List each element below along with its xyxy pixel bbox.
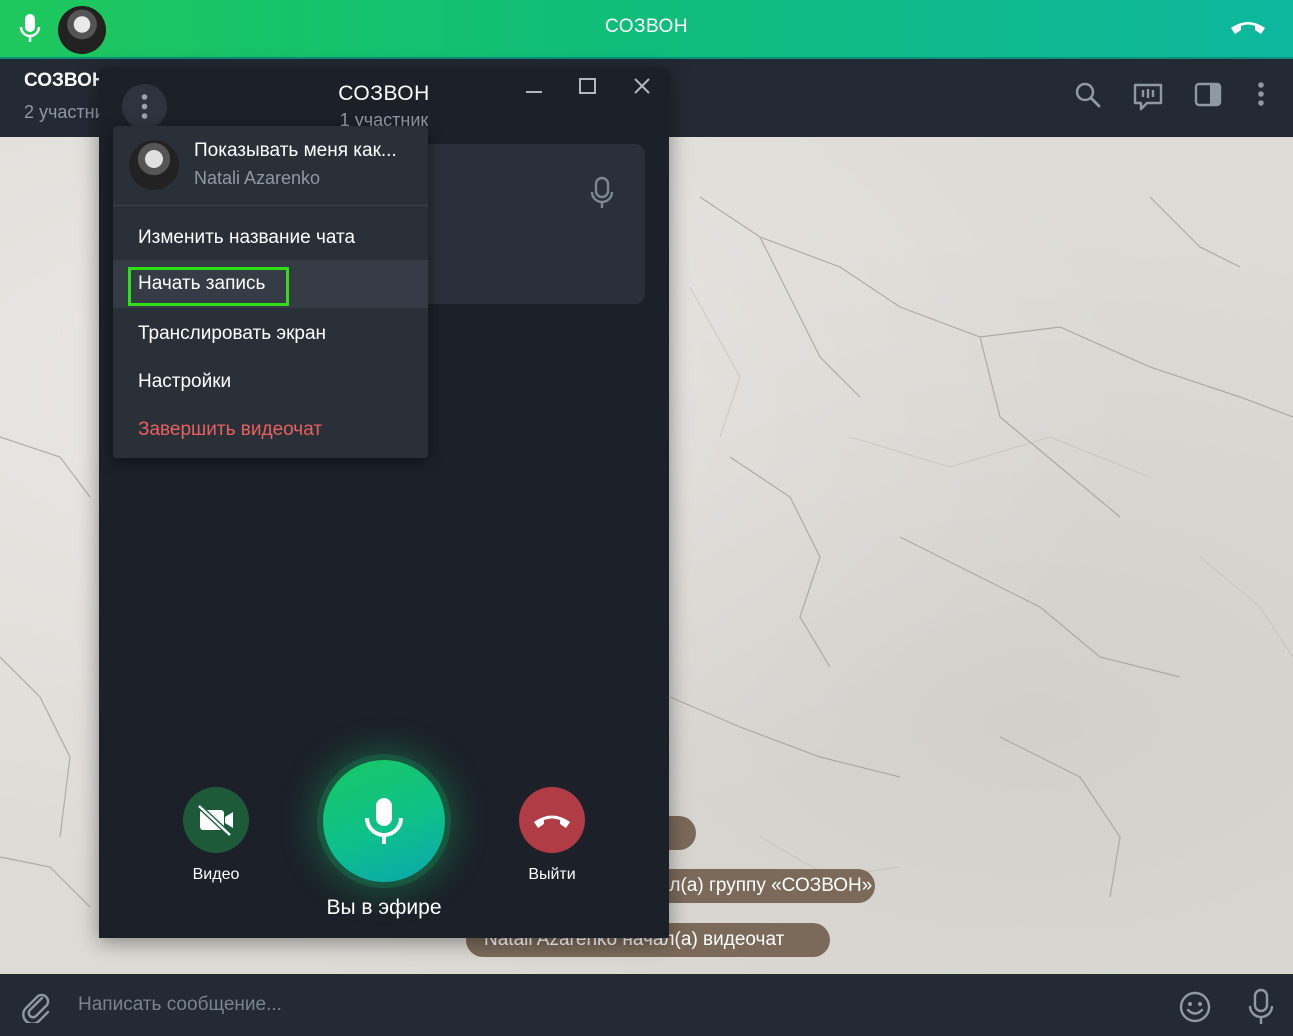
participant-tile[interactable] [399, 144, 645, 304]
voice-message-icon[interactable] [1247, 988, 1275, 1031]
leave-label: Выйти [528, 866, 576, 883]
video-toggle-button[interactable] [183, 787, 249, 853]
leave-call-button[interactable] [519, 787, 585, 853]
hangup-icon[interactable] [1228, 14, 1268, 45]
video-label: Видео [192, 866, 240, 883]
maximize-icon[interactable] [577, 75, 599, 102]
microphone-icon [365, 798, 403, 844]
highlight-box [128, 267, 289, 306]
emoji-icon[interactable] [1178, 990, 1212, 1029]
display-name: Natali Azarenko [194, 168, 321, 188]
menu-item-rename-chat[interactable]: Изменить название чата [113, 214, 428, 262]
microphone-toggle-button[interactable] [323, 760, 445, 882]
chat-title[interactable]: СОЗВОН [24, 70, 106, 92]
search-icon[interactable] [1074, 81, 1102, 114]
menu-item-share-screen[interactable]: Транслировать экран [113, 310, 428, 358]
active-call-bar[interactable]: СОЗВОН [0, 0, 1293, 59]
close-icon[interactable] [631, 75, 653, 102]
menu-item-end-video-chat[interactable]: Завершить видеочат [113, 406, 428, 454]
mic-status: Вы в эфире [326, 896, 442, 919]
message-input[interactable]: Написать сообщение... [78, 994, 282, 1016]
video-chat-icon[interactable] [1132, 81, 1164, 118]
show-as-label[interactable]: Показывать меня как... [194, 140, 397, 162]
attach-icon[interactable] [20, 991, 52, 1028]
video-off-icon [197, 804, 233, 837]
message-composer: Написать сообщение... [0, 974, 1293, 1036]
muted-microphone-icon [589, 176, 615, 215]
avatar[interactable] [129, 140, 179, 190]
hangup-icon [534, 815, 570, 828]
call-bar-title: СОЗВОН [604, 16, 689, 37]
menu-divider [113, 205, 428, 206]
more-vertical-icon[interactable] [1256, 81, 1266, 114]
sidebar-toggle-icon[interactable] [1194, 81, 1222, 114]
minimize-icon[interactable] [523, 80, 545, 107]
menu-item-settings[interactable]: Настройки [113, 358, 428, 406]
